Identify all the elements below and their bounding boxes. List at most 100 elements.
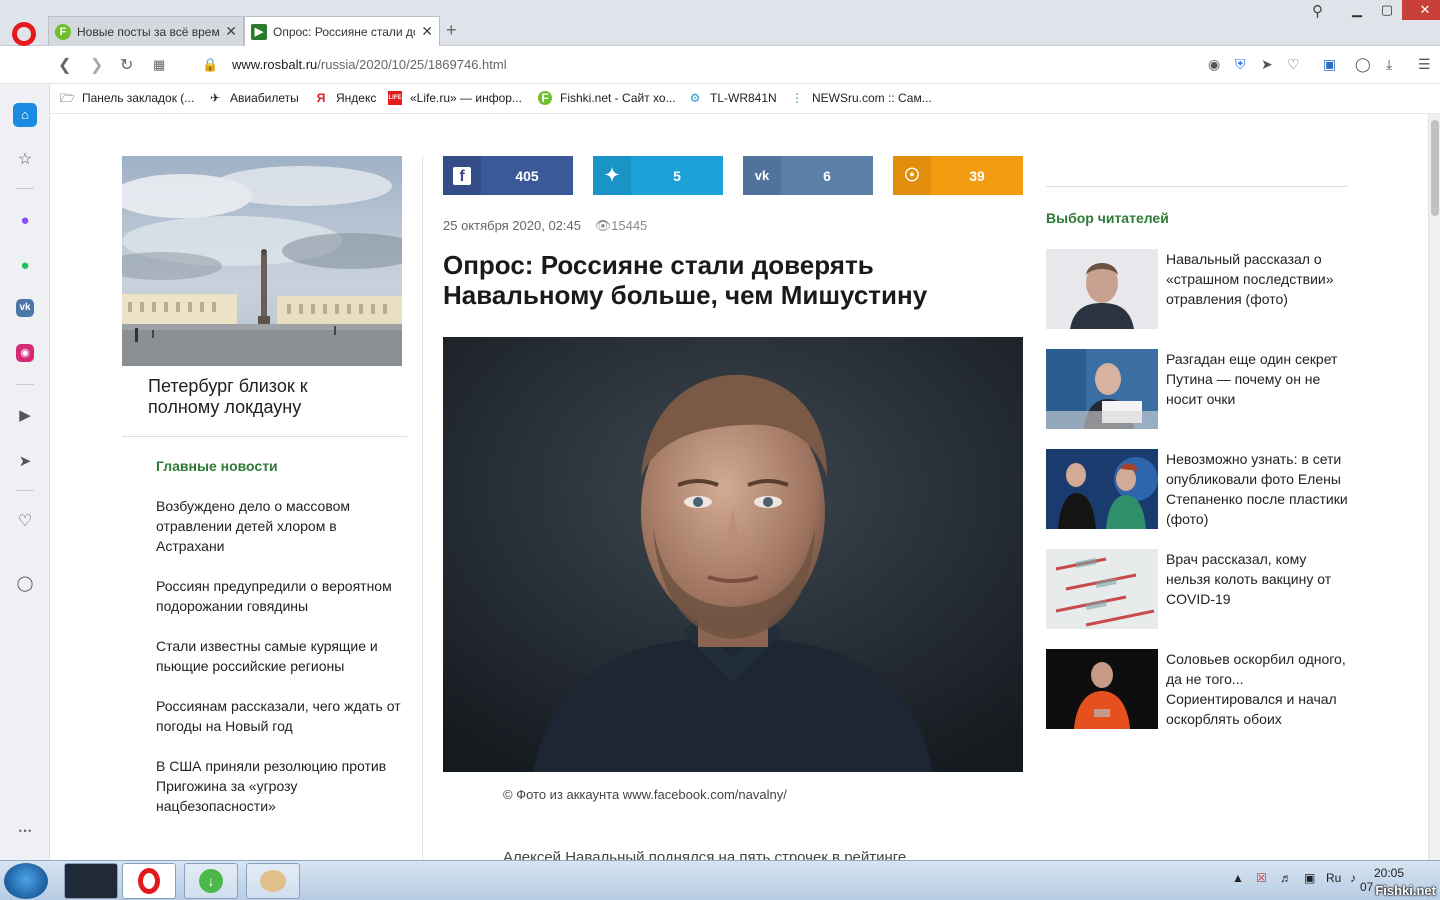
scrollbar-thumb[interactable] <box>1431 120 1439 216</box>
opera-menu-icon[interactable] <box>12 22 36 46</box>
player-icon[interactable]: ▶ <box>13 404 37 428</box>
tab-close-icon[interactable]: ✕ <box>225 23 237 40</box>
share-twitter-button[interactable]: ✦ 5 <box>593 156 723 195</box>
vk-icon: vk <box>743 156 781 195</box>
readers-choice-thumbnail[interactable] <box>1046 549 1158 629</box>
minimize-icon[interactable]: ▁ <box>1342 0 1372 20</box>
bookmark-label: «Life.ru» — инфор... <box>410 91 522 105</box>
main-news-heading[interactable]: Главные новости <box>156 458 278 474</box>
readers-choice-item[interactable]: Врач рассказал, кому нельзя колоть вакци… <box>1046 549 1346 629</box>
article-photo[interactable] <box>443 337 1023 772</box>
readers-choice-title[interactable]: Разгадан еще один секрет Путина — почему… <box>1166 349 1348 409</box>
featured-image[interactable] <box>122 156 402 366</box>
send-page-icon[interactable]: ➤ <box>1261 56 1273 73</box>
readers-choice-heading[interactable]: Выбор читателей <box>1046 210 1169 226</box>
extensions-cube-icon[interactable]: ◯ <box>1355 56 1371 73</box>
tplink-icon: ⚙ <box>689 91 701 105</box>
start-button[interactable] <box>4 863 48 899</box>
tray-app-icon[interactable]: ▣ <box>1304 871 1315 885</box>
bulb-icon[interactable]: ◯ <box>13 572 37 596</box>
readers-choice-title[interactable]: Невозможно узнать: в сети опубликовали ф… <box>1166 449 1348 529</box>
instagram-icon[interactable]: ◉ <box>16 344 34 362</box>
news-item[interactable]: Стали известны самые курящие и пьющие ро… <box>156 636 401 676</box>
news-item[interactable]: Россиян предупредили о вероятном подорож… <box>156 576 401 616</box>
readers-choice-item[interactable]: Разгадан еще один секрет Путина — почему… <box>1046 349 1346 429</box>
volume-icon[interactable]: ♬ <box>1280 871 1292 885</box>
download-arrow-icon: ↓ <box>199 869 223 893</box>
bookmark-item[interactable]: 🗁 Панель закладок (... <box>60 91 194 105</box>
url-field[interactable]: www.rosbalt.ru/russia/2020/10/25/1869746… <box>232 57 507 72</box>
share-count: 5 <box>673 167 681 184</box>
readers-choice-item[interactable]: Невозможно узнать: в сети опубликовали ф… <box>1046 449 1348 529</box>
address-bar: ❮ ❯ ↻ ▦ 🔒 www.rosbalt.ru/russia/2020/10/… <box>0 46 1440 84</box>
tray-expand-icon[interactable]: ▲ <box>1232 871 1244 885</box>
bookmark-item[interactable]: LIFE «Life.ru» — инфор... <box>388 91 522 105</box>
readers-choice-thumbnail[interactable] <box>1046 449 1158 529</box>
twitter-icon: ✦ <box>593 156 631 195</box>
share-vk-button[interactable]: vk 6 <box>743 156 873 195</box>
news-item[interactable]: Возбуждено дело о массовом отравлении де… <box>156 496 401 556</box>
tab-fishki[interactable]: F Новые посты за всё время ✕ <box>48 16 244 46</box>
nox-app-icon[interactable] <box>64 863 118 899</box>
camera-icon[interactable]: ◉ <box>1208 56 1220 73</box>
bookmark-item[interactable]: Я Яндекс <box>314 91 377 105</box>
url-host: www.rosbalt.ru <box>232 57 318 72</box>
readers-choice-thumbnail[interactable] <box>1046 249 1158 329</box>
window-close-icon[interactable]: ✕ <box>1402 0 1440 20</box>
cart-icon[interactable]: ▣ <box>1323 56 1336 73</box>
bookmark-label: Fishki.net - Сайт хо... <box>560 91 676 105</box>
download-manager-icon[interactable]: ↓ <box>184 863 238 899</box>
tab-title: Опрос: Россияне стали доверять Навальном… <box>273 24 415 39</box>
send-icon[interactable]: ➤ <box>13 450 37 474</box>
star-icon[interactable]: ☆ <box>13 148 37 172</box>
heart-icon[interactable]: ♡ <box>13 510 37 534</box>
bookmark-item[interactable]: F Fishki.net - Сайт хо... <box>538 91 676 105</box>
bookmark-heart-icon[interactable]: ♡ <box>1287 56 1300 73</box>
easy-setup-icon[interactable]: ☰ <box>1418 56 1431 73</box>
divider <box>1046 186 1347 187</box>
readers-choice-title[interactable]: Навальный рассказал о «страшном последст… <box>1166 249 1348 309</box>
readers-choice-thumbnail[interactable] <box>1046 349 1158 429</box>
paint-app-icon[interactable] <box>246 863 300 899</box>
tab-search-icon[interactable]: ⚲ <box>1312 2 1323 20</box>
readers-choice-title[interactable]: Соловьев оскорбил одного, да не того... … <box>1166 649 1348 729</box>
share-facebook-button[interactable]: f 405 <box>443 156 573 195</box>
facebook-icon: f <box>443 156 481 195</box>
page-scrollbar[interactable] <box>1428 114 1440 860</box>
share-ok-button[interactable]: ☉ 39 <box>893 156 1023 195</box>
lock-icon[interactable]: 🔒 <box>202 57 218 73</box>
adblock-shield-icon[interactable]: ⛨ <box>1235 56 1246 73</box>
forward-icon[interactable]: ❯ <box>90 55 103 75</box>
whatsapp-icon[interactable]: ● <box>13 254 37 278</box>
readers-choice-item[interactable]: Навальный рассказал о «страшном последст… <box>1046 249 1346 329</box>
network-status-icon[interactable]: ☒ <box>1256 871 1267 885</box>
bookmark-item[interactable]: ⋮ NEWSru.com :: Сам... <box>790 91 932 105</box>
tab-rosbalt[interactable]: ▶ Опрос: Россияне стали доверять Навальн… <box>244 16 440 46</box>
language-indicator[interactable]: Ru <box>1326 871 1341 885</box>
readers-choice-title[interactable]: Врач рассказал, кому нельзя колоть вакци… <box>1166 549 1348 609</box>
speed-dial-icon[interactable]: ▦ <box>153 57 165 73</box>
new-tab-icon[interactable]: + <box>446 20 457 41</box>
opera-app-icon[interactable] <box>122 863 176 899</box>
more-icon[interactable]: ⋯ <box>13 818 37 842</box>
tab-close-icon[interactable]: ✕ <box>421 23 433 40</box>
plane-icon: ✈ <box>209 91 221 105</box>
readers-choice-item[interactable]: Соловьев оскорбил одного, да не того... … <box>1046 649 1346 729</box>
news-item[interactable]: Россиянам рассказали, чего ждать от пого… <box>156 696 401 736</box>
maximize-icon[interactable]: ▢ <box>1372 0 1402 20</box>
home-icon[interactable]: ⌂ <box>13 103 37 127</box>
window-controls: ▁ ▢ ✕ <box>1342 0 1440 22</box>
bookmark-item[interactable]: ✈ Авиабилеты <box>208 91 299 105</box>
main-news-list: Возбуждено дело о массовом отравлении де… <box>156 496 401 836</box>
speaker-icon[interactable]: ♪ <box>1350 871 1356 885</box>
bookmark-item[interactable]: ⚙ TL-WR841N <box>688 91 777 105</box>
readers-choice-thumbnail[interactable] <box>1046 649 1158 729</box>
messenger-icon[interactable]: ● <box>13 209 37 233</box>
back-icon[interactable]: ❮ <box>58 55 71 75</box>
vk-icon[interactable]: vk <box>16 299 34 317</box>
featured-title[interactable]: Петербург близок к полному локдауну <box>148 376 348 418</box>
news-item[interactable]: В США приняли резолюцию против Пригожина… <box>156 756 401 816</box>
rosbalt-favicon-icon: ▶ <box>251 23 267 40</box>
reload-icon[interactable]: ↻ <box>120 55 133 75</box>
downloads-icon[interactable]: ⤓ <box>1386 56 1392 73</box>
